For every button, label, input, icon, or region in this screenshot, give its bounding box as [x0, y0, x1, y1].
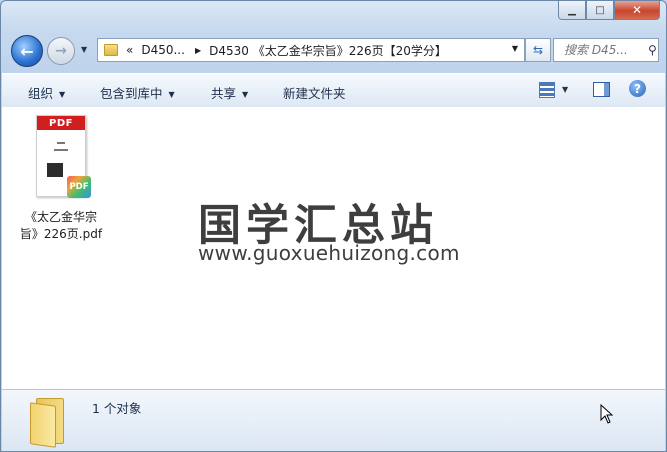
change-view-icon[interactable] — [539, 82, 555, 98]
new-folder-button[interactable]: 新建文件夹 — [283, 83, 346, 102]
address-overflow[interactable]: « — [126, 43, 133, 57]
search-input[interactable] — [562, 42, 646, 58]
chevron-down-icon: ▼ — [242, 90, 249, 99]
address-bar[interactable]: « D450... ▶ D4530 《太乙金华宗旨》226页【20学分】 ▼ — [97, 38, 525, 62]
share-menu[interactable]: 共享 ▼ — [211, 83, 248, 102]
folder-icon — [30, 396, 64, 448]
mouse-cursor-icon — [600, 404, 614, 424]
details-pane: 1 个对象 — [2, 389, 665, 451]
breadcrumb-parent[interactable]: D450... — [141, 43, 185, 57]
file-list-area[interactable]: PDF PDF 《太乙金华宗 旨》226页.pdf 国学汇总站 www.guox… — [2, 107, 665, 389]
file-name[interactable]: 《太乙金华宗 旨》226页.pdf — [16, 209, 106, 243]
chevron-down-icon[interactable]: ▼ — [512, 44, 518, 53]
help-icon[interactable]: ? — [629, 80, 646, 97]
search-icon[interactable]: ⚲ — [648, 43, 657, 57]
include-in-library-menu[interactable]: 包含到库中 ▼ — [100, 83, 175, 102]
pdf-badge-icon: PDF — [67, 176, 91, 198]
share-label: 共享 — [211, 86, 237, 101]
close-button[interactable]: ✕ — [614, 1, 660, 20]
back-arrow-icon[interactable]: ← — [11, 35, 43, 67]
doc-text-line — [57, 142, 65, 144]
navigation-bar: ← → ▼ « D450... ▶ D4530 《太乙金华宗旨》226页【20学… — [1, 31, 666, 71]
doc-text-line — [54, 149, 68, 151]
chevron-right-icon[interactable]: ▶ — [195, 46, 201, 55]
watermark-url: www.guoxuehuizong.com — [198, 241, 460, 265]
breadcrumb-current[interactable]: D4530 《太乙金华宗旨》226页【20学分】 — [209, 42, 447, 59]
chevron-down-icon: ▼ — [59, 90, 66, 99]
file-name-line2: 旨》226页.pdf — [19, 227, 103, 241]
minimize-button[interactable]: ▁ — [558, 1, 586, 20]
include-in-library-label: 包含到库中 — [100, 86, 163, 101]
organize-label: 组织 — [28, 86, 54, 101]
doc-image-block — [47, 163, 63, 177]
folder-icon — [104, 44, 118, 56]
pdf-thumbnail: PDF PDF — [36, 115, 91, 198]
search-box[interactable]: ⚲ — [553, 38, 659, 62]
caption-buttons: ▁ □ ✕ — [558, 1, 660, 20]
preview-pane-icon[interactable] — [593, 82, 610, 97]
pdf-band: PDF — [37, 116, 85, 130]
command-bar: 组织 ▼ 包含到库中 ▼ 共享 ▼ 新建文件夹 ▼ ? — [2, 73, 665, 108]
maximize-button[interactable]: □ — [586, 1, 614, 20]
recent-pages-dropdown[interactable]: ▼ — [81, 45, 87, 54]
item-count: 1 个对象 — [92, 401, 142, 416]
chevron-down-icon: ▼ — [168, 90, 175, 99]
file-name-line1: 《太乙金华宗 — [24, 210, 97, 224]
view-options-dropdown[interactable]: ▼ — [562, 85, 568, 94]
refresh-icon[interactable]: ⇆ — [525, 38, 551, 62]
organize-menu[interactable]: 组织 ▼ — [28, 83, 65, 102]
explorer-window: ▁ □ ✕ ← → ▼ « D450... ▶ D4530 《太乙金华宗旨》22… — [0, 0, 667, 452]
file-item-pdf[interactable]: PDF PDF 《太乙金华宗 旨》226页.pdf — [16, 115, 106, 243]
forward-arrow-icon[interactable]: → — [47, 37, 75, 65]
